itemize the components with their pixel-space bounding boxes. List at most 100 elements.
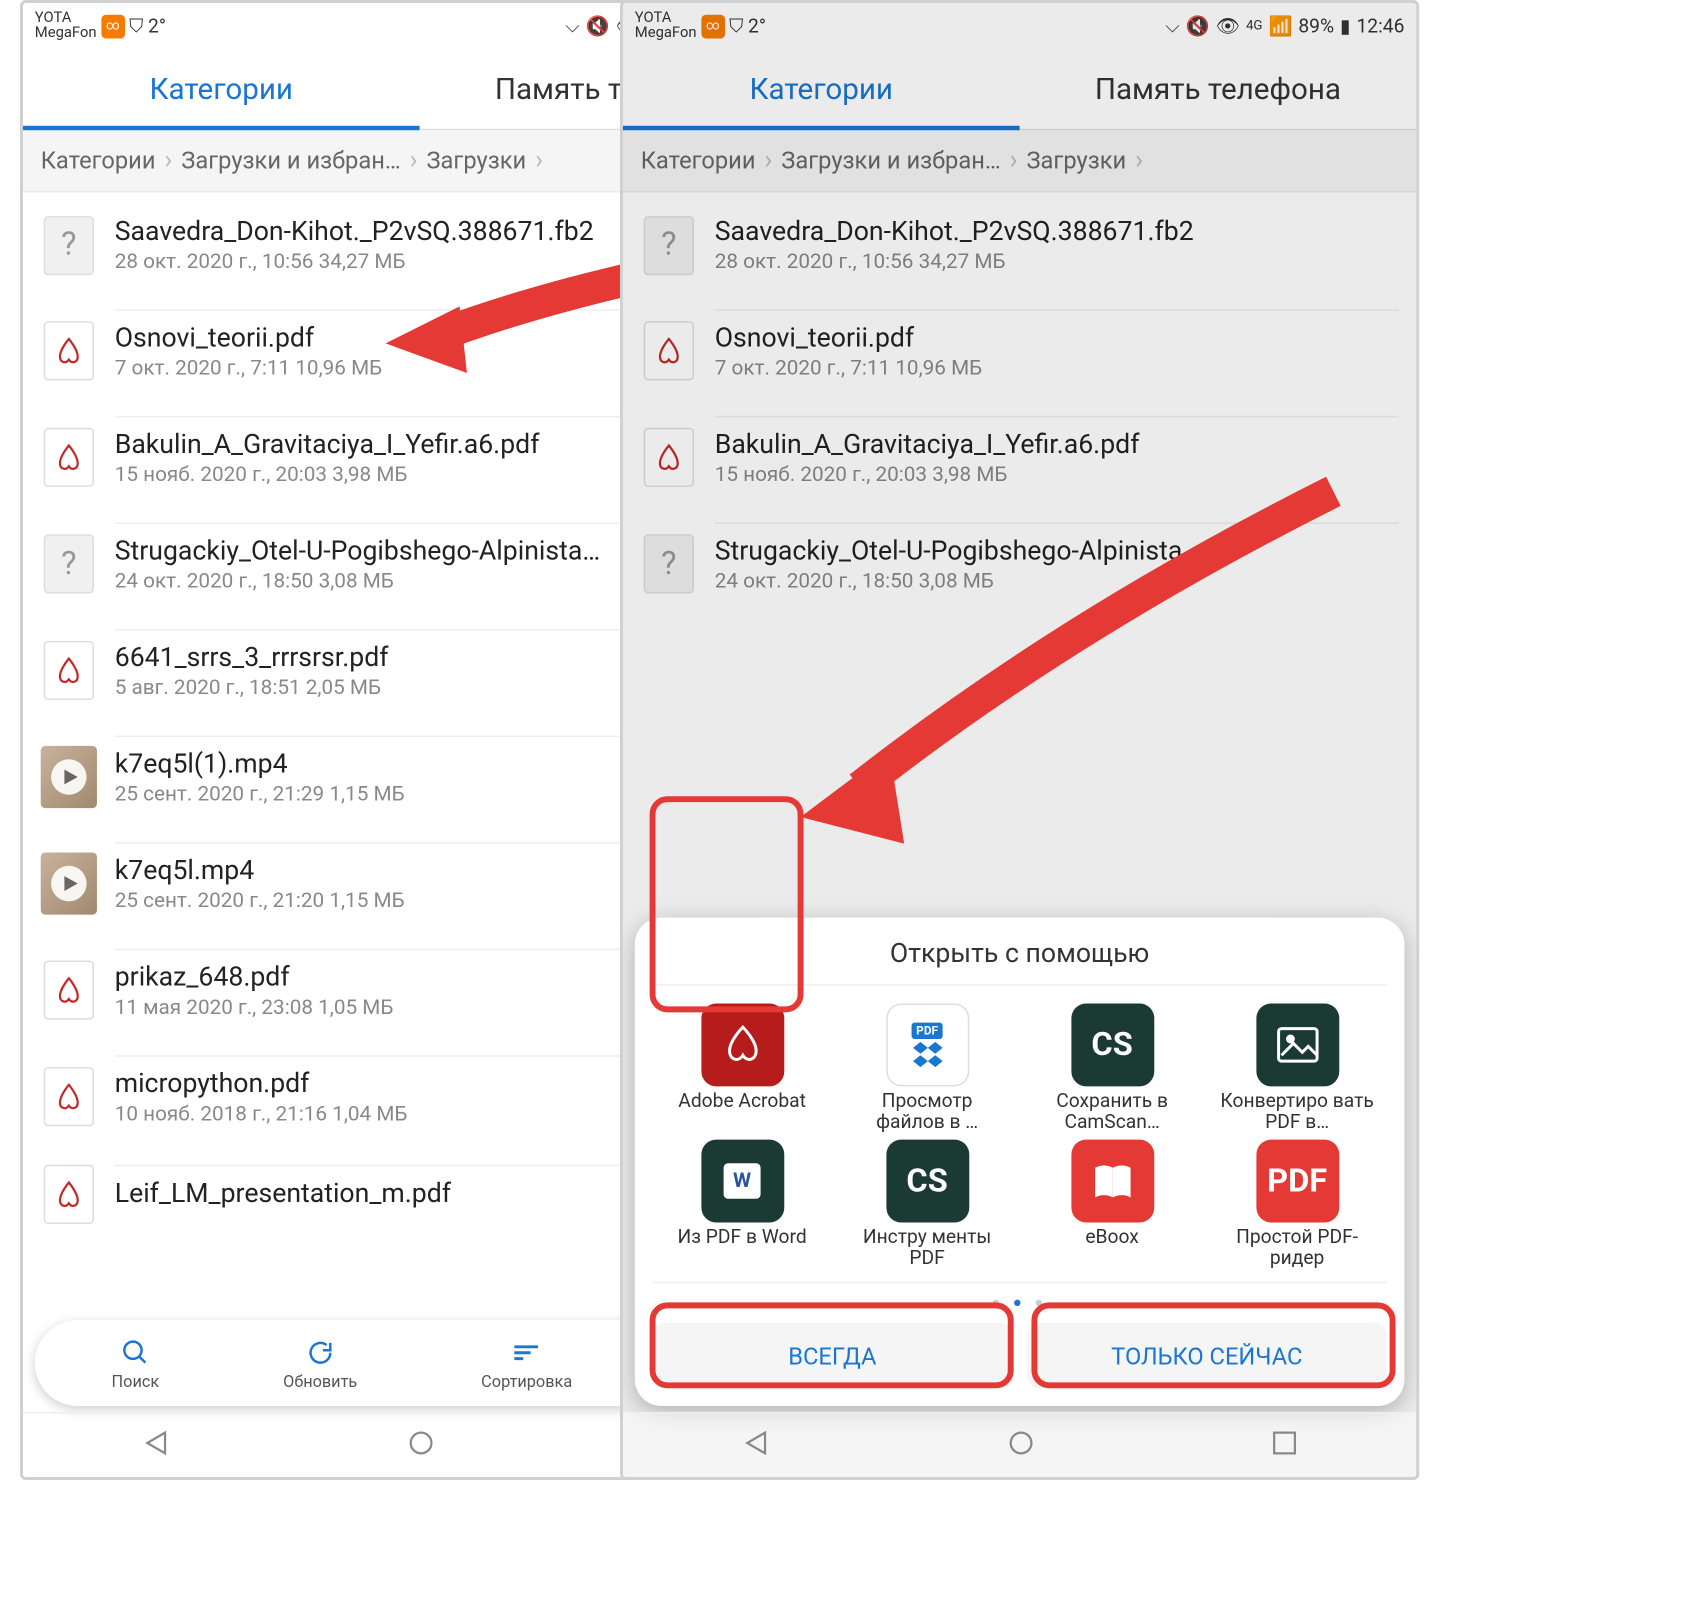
eye-icon: 👁: [1216, 16, 1240, 38]
play-icon: [51, 866, 87, 902]
file-meta: 28 окт. 2020 г., 10:56 34,27 МБ: [715, 250, 1399, 274]
file-name: Strugackiy_Otel-U-Pogibshego-Alpinista…: [715, 536, 1399, 567]
pdf-icon: [644, 428, 694, 487]
bc-item[interactable]: Загрузки и избран…: [781, 147, 1000, 175]
unknown-file-icon: ?: [644, 534, 694, 593]
signal-icon: 📶: [1268, 16, 1292, 38]
app-option[interactable]: CS Инстру менты PDF: [838, 1140, 1017, 1270]
shield-icon: ⛉: [729, 16, 743, 38]
app-badge-icon: ∞: [701, 15, 725, 39]
just-once-button[interactable]: ТОЛЬКО СЕЙЧАС: [1027, 1323, 1387, 1388]
carrier-label: YOTAMegaFon: [635, 12, 697, 42]
nav-back[interactable]: [141, 1427, 171, 1463]
nav-bar: [623, 1412, 1416, 1477]
pdf-icon: [44, 321, 94, 380]
file-row[interactable]: Bakulin_A_Gravitaciya_I_Yefir.a6.pdf 15 …: [623, 404, 1416, 511]
app-grid: Adobe Acrobat PDF Просмотр файлов в … CS Сох…: [653, 984, 1387, 1283]
mute-icon: 🔇: [1186, 16, 1210, 38]
open-with-sheet: Открыть с помощью Adobe Acrobat PDF Просмо…: [635, 918, 1405, 1406]
temp-label: 2°: [148, 16, 166, 38]
app-icon: [1256, 1003, 1339, 1086]
app-label: Инстру менты PDF: [846, 1228, 1009, 1269]
pdf-icon: [44, 961, 94, 1020]
app-option[interactable]: WИз PDF в Word: [653, 1140, 832, 1270]
app-option[interactable]: eBoox: [1023, 1140, 1202, 1270]
app-icon: CS: [886, 1140, 969, 1223]
pdf-icon: [44, 1165, 94, 1224]
search-button[interactable]: Поиск: [112, 1336, 160, 1391]
file-meta: 7 окт. 2020 г., 7:11 10,96 МБ: [715, 357, 1399, 381]
unknown-file-icon: ?: [44, 534, 94, 593]
net-icon: 4G: [1246, 19, 1263, 34]
page-indicator: ● ● ●: [653, 1295, 1387, 1311]
app-label: Конвертиро вать PDF в…: [1216, 1092, 1379, 1133]
nav-home[interactable]: [1006, 1427, 1036, 1463]
refresh-icon: [305, 1336, 335, 1369]
pdf-icon: [44, 428, 94, 487]
app-icon: CS: [1071, 1003, 1154, 1086]
app-option[interactable]: Adobe Acrobat: [653, 1003, 832, 1133]
app-option[interactable]: PDF Просмотр файлов в …: [838, 1003, 1017, 1133]
app-label: Из PDF в Word: [678, 1228, 807, 1269]
sort-icon: [512, 1336, 542, 1369]
tab-storage[interactable]: Память телефона: [1020, 47, 1417, 128]
file-list[interactable]: ? Saavedra_Don-Kihot._P2vSQ.388671.fb2 2…: [623, 192, 1416, 617]
always-button[interactable]: ВСЕГДА: [653, 1323, 1013, 1388]
app-option[interactable]: PDF Простой PDF-ридер: [1208, 1140, 1387, 1270]
nav-back[interactable]: [741, 1427, 771, 1463]
app-icon: [701, 1003, 784, 1086]
bc-item[interactable]: Категории: [41, 147, 156, 175]
shield-icon: ⛉: [129, 16, 143, 38]
bc-item[interactable]: Загрузки и избран…: [181, 147, 400, 175]
file-row[interactable]: Osnovi_teorii.pdf 7 окт. 2020 г., 7:11 1…: [623, 297, 1416, 404]
chevron-right-icon: ›: [535, 145, 543, 176]
unknown-file-icon: ?: [44, 215, 94, 274]
app-option[interactable]: Конвертиро вать PDF в…: [1208, 1003, 1387, 1133]
app-label: Сохранить в CamScan…: [1031, 1092, 1194, 1133]
app-icon: PDF: [886, 1003, 969, 1086]
chevron-right-icon: ›: [410, 145, 418, 176]
tab-categories[interactable]: Категории: [623, 47, 1020, 128]
play-icon: [51, 759, 87, 795]
breadcrumb[interactable]: Категории› Загрузки и избран…› Загрузки›: [623, 130, 1416, 192]
battery-icon: ▮: [1340, 16, 1351, 38]
unknown-file-icon: ?: [644, 215, 694, 274]
sheet-title: Открыть с помощью: [653, 938, 1387, 969]
mute-icon: 🔇: [586, 16, 610, 38]
clock: 12:46: [1356, 16, 1404, 38]
phone-right: YOTAMegaFon ∞ ⛉ 2° ⌵ 🔇 👁 4G 📶 89% ▮ 12:4…: [620, 0, 1419, 1480]
file-name: Saavedra_Don-Kihot._P2vSQ.388671.fb2: [715, 216, 1399, 247]
video-thumbnail: [41, 746, 97, 808]
app-label: Adobe Acrobat: [678, 1092, 806, 1133]
battery-label: 89%: [1298, 16, 1334, 38]
chevron-right-icon: ›: [164, 145, 172, 176]
file-row[interactable]: ? Strugackiy_Otel-U-Pogibshego-Alpinista…: [623, 511, 1416, 618]
file-name: Osnovi_teorii.pdf: [715, 323, 1399, 354]
app-label: Просмотр файлов в …: [846, 1092, 1009, 1133]
file-row[interactable]: ? Saavedra_Don-Kihot._P2vSQ.388671.fb2 2…: [623, 192, 1416, 297]
nav-recent[interactable]: [1272, 1429, 1299, 1462]
tab-bar: Категории Память телефона: [623, 47, 1416, 130]
refresh-button[interactable]: Обновить: [283, 1336, 357, 1391]
bc-item[interactable]: Категории: [641, 147, 756, 175]
file-meta: 15 нояб. 2020 г., 20:03 3,98 МБ: [715, 463, 1399, 487]
status-bar: YOTAMegaFon ∞ ⛉ 2° ⌵ 🔇 👁 4G 📶 89% ▮ 12:4…: [623, 3, 1416, 47]
bluetooth-icon: ⌵: [565, 16, 580, 38]
file-meta: 24 окт. 2020 г., 18:50 3,08 МБ: [715, 570, 1399, 594]
search-icon: [121, 1336, 151, 1369]
app-option[interactable]: CS Сохранить в CamScan…: [1023, 1003, 1202, 1133]
bc-item[interactable]: Загрузки: [1026, 147, 1126, 175]
pdf-icon: [644, 321, 694, 380]
bc-item[interactable]: Загрузки: [426, 147, 526, 175]
app-label: Простой PDF-ридер: [1216, 1228, 1379, 1269]
sort-button[interactable]: Сортировка: [481, 1336, 572, 1391]
app-icon: PDF: [1256, 1140, 1339, 1223]
app-badge-icon: ∞: [101, 15, 125, 39]
file-name: Bakulin_A_Gravitaciya_I_Yefir.a6.pdf: [715, 429, 1399, 460]
pdf-icon: [44, 1067, 94, 1126]
carrier-label: YOTAMegaFon: [35, 12, 97, 42]
video-thumbnail: [41, 852, 97, 914]
tab-categories[interactable]: Категории: [23, 47, 420, 128]
temp-label: 2°: [748, 16, 766, 38]
nav-home[interactable]: [406, 1427, 436, 1463]
